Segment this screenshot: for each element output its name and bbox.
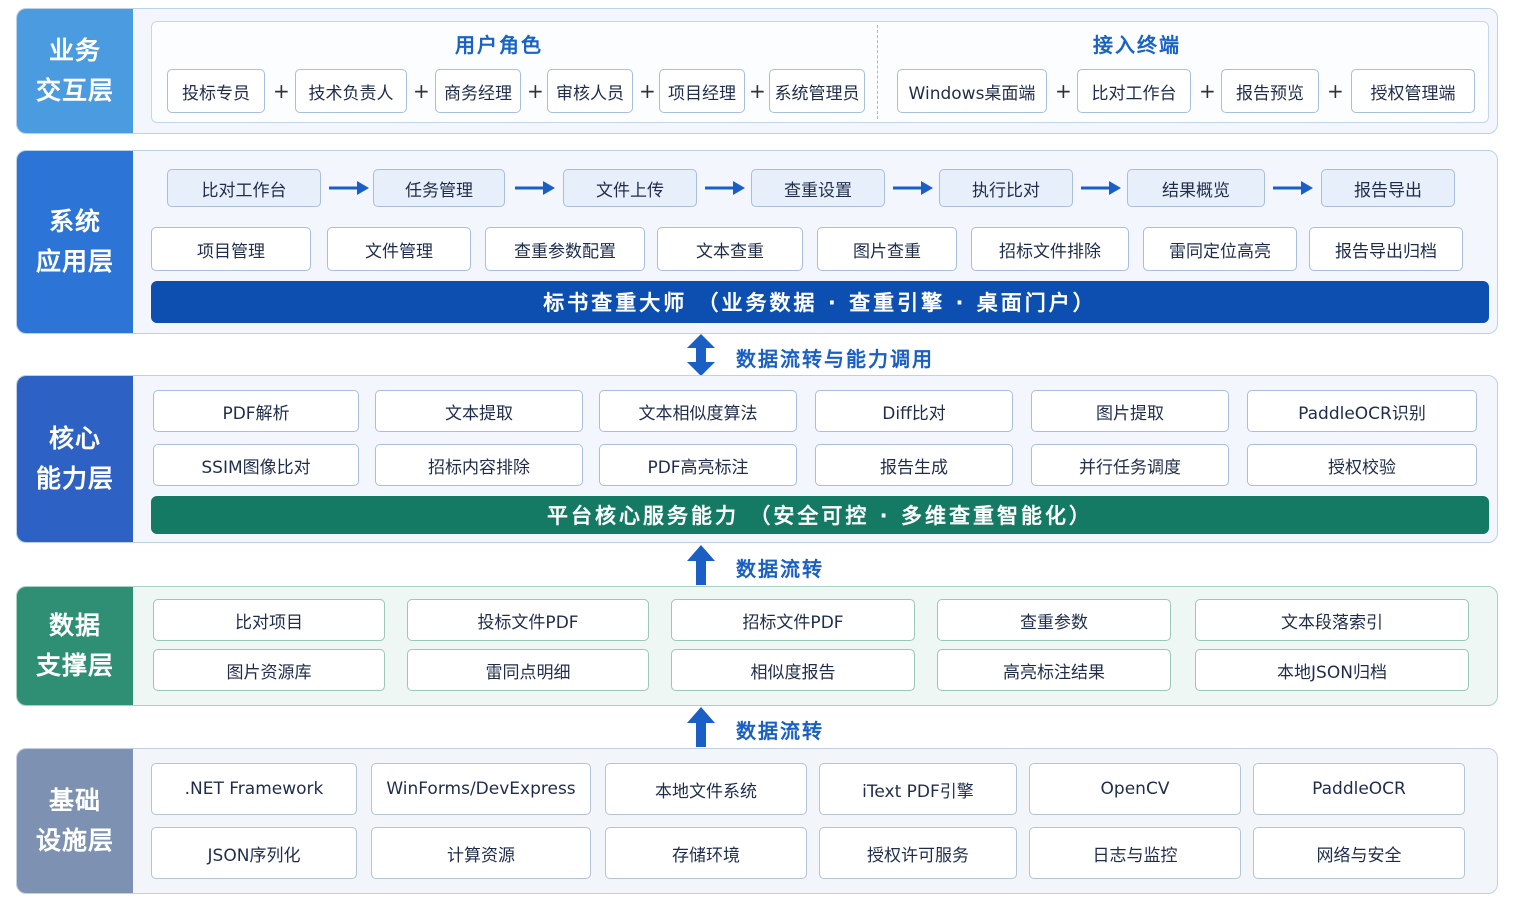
role-box: 审核人员	[547, 69, 633, 113]
infra-box: iText PDF引擎	[819, 763, 1017, 815]
core-capability-box: 文本提取	[375, 390, 583, 432]
data-resource-box: 图片资源库	[153, 649, 385, 691]
flow-arrow-icon	[705, 181, 745, 195]
core-capability-box: 文本相似度算法	[599, 390, 797, 432]
core-capability-box: 招标内容排除	[375, 444, 583, 486]
app-module: 文本查重	[657, 227, 803, 271]
data-support-layer: 数据 支撑层 比对项目 投标文件PDF 招标文件PDF 查重参数 文本段落索引 …	[16, 586, 1498, 706]
role-box: 投标专员	[167, 69, 265, 113]
infra-box: 授权许可服务	[819, 827, 1017, 879]
terminal-box: 报告预览	[1221, 69, 1319, 113]
flow-step: 结果概览	[1127, 169, 1265, 207]
app-module: 雷同定位高亮	[1143, 227, 1297, 271]
core-banner: 平台核心服务能力 （安全可控 · 多维查重智能化）	[151, 496, 1489, 534]
core-capability-box: PDF高亮标注	[599, 444, 797, 486]
infra-box: 本地文件系统	[605, 763, 807, 815]
data-infra-flow-label: 数据流转	[736, 719, 824, 743]
plus-sign: +	[1199, 79, 1216, 103]
flow-arrow-icon	[1273, 181, 1313, 195]
flow-step: 比对工作台	[167, 169, 321, 207]
data-resource-box: 投标文件PDF	[407, 599, 649, 641]
data-resource-box: 雷同点明细	[407, 649, 649, 691]
app-core-flow-label: 数据流转与能力调用	[736, 347, 934, 371]
flow-step: 查重设置	[751, 169, 885, 207]
core-capability-box: PaddleOCR识别	[1247, 390, 1477, 432]
core-data-flow-label: 数据流转	[736, 557, 824, 581]
core-capability-box: 授权校验	[1247, 444, 1477, 486]
terminals-title: 接入终端	[1093, 33, 1181, 57]
plus-sign: +	[413, 79, 430, 103]
user-roles-title: 用户角色	[455, 33, 543, 57]
application-banner: 标书查重大师 （业务数据 · 查重引擎 · 桌面门户）	[151, 281, 1489, 323]
infrastructure-layer: 基础 设施层 .NET Framework WinForms/DevExpres…	[16, 748, 1498, 894]
infra-box: JSON序列化	[151, 827, 357, 879]
core-capability-box: 并行任务调度	[1031, 444, 1229, 486]
terminal-box: 比对工作台	[1077, 69, 1191, 113]
plus-sign: +	[639, 79, 656, 103]
core-capability-box: 图片提取	[1031, 390, 1229, 432]
flow-step: 文件上传	[563, 169, 697, 207]
application-layer-label: 系统 应用层	[17, 151, 133, 333]
core-capability-box: PDF解析	[153, 390, 359, 432]
infra-box: OpenCV	[1029, 763, 1241, 815]
plus-sign: +	[1327, 79, 1344, 103]
flow-step: 任务管理	[373, 169, 505, 207]
core-capability-box: 报告生成	[815, 444, 1013, 486]
app-module: 图片查重	[817, 227, 957, 271]
core-capability-layer: 核心 能力层 PDF解析 文本提取 文本相似度算法 Diff比对 图片提取 Pa…	[16, 375, 1498, 543]
app-module: 查重参数配置	[485, 227, 645, 271]
flow-arrow-icon	[329, 181, 369, 195]
core-capability-box: SSIM图像比对	[153, 444, 359, 486]
flow-arrow-icon	[515, 181, 555, 195]
role-box: 系统管理员	[769, 69, 865, 113]
infra-box: WinForms/DevExpress	[371, 763, 591, 815]
infra-layer-label: 基础 设施层	[17, 749, 133, 893]
flow-arrow-icon	[1081, 181, 1121, 195]
data-resource-box: 高亮标注结果	[937, 649, 1171, 691]
role-box: 技术负责人	[295, 69, 407, 113]
app-module: 项目管理	[151, 227, 311, 271]
plus-sign: +	[1055, 79, 1072, 103]
core-layer-label: 核心 能力层	[17, 376, 133, 542]
data-resource-box: 本地JSON归档	[1195, 649, 1469, 691]
role-box: 商务经理	[435, 69, 521, 113]
infra-box: 计算资源	[371, 827, 591, 879]
infra-box: 日志与监控	[1029, 827, 1241, 879]
flow-step: 执行比对	[939, 169, 1073, 207]
core-capability-box: Diff比对	[815, 390, 1013, 432]
app-module: 报告导出归档	[1309, 227, 1463, 271]
data-resource-box: 比对项目	[153, 599, 385, 641]
data-resource-box: 相似度报告	[671, 649, 915, 691]
infra-box: PaddleOCR	[1253, 763, 1465, 815]
data-resource-box: 文本段落索引	[1195, 599, 1469, 641]
infra-box: 网络与安全	[1253, 827, 1465, 879]
role-box: 项目经理	[659, 69, 745, 113]
terminal-box: Windows桌面端	[897, 69, 1047, 113]
data-resource-box: 查重参数	[937, 599, 1171, 641]
infra-box: .NET Framework	[151, 763, 357, 815]
business-layer-label: 业务 交互层	[17, 9, 133, 133]
plus-sign: +	[273, 79, 290, 103]
data-layer-label: 数据 支撑层	[17, 587, 133, 705]
terminal-box: 授权管理端	[1351, 69, 1475, 113]
business-divider	[877, 25, 878, 119]
flow-step: 报告导出	[1321, 169, 1455, 207]
system-application-layer: 系统 应用层 比对工作台 任务管理 文件上传 查重设置 执行比对 结果概览 报告…	[16, 150, 1498, 334]
up-arrow-icon	[687, 707, 715, 747]
data-resource-box: 招标文件PDF	[671, 599, 915, 641]
app-module: 招标文件排除	[971, 227, 1129, 271]
infra-box: 存储环境	[605, 827, 807, 879]
app-module: 文件管理	[327, 227, 471, 271]
double-arrow-icon	[687, 334, 715, 376]
flow-arrow-icon	[893, 181, 933, 195]
business-interaction-layer: 业务 交互层 用户角色 接入终端 投标专员 + 技术负责人 + 商务经理 + 审…	[16, 8, 1498, 134]
plus-sign: +	[749, 79, 766, 103]
plus-sign: +	[527, 79, 544, 103]
up-arrow-icon	[687, 545, 715, 585]
